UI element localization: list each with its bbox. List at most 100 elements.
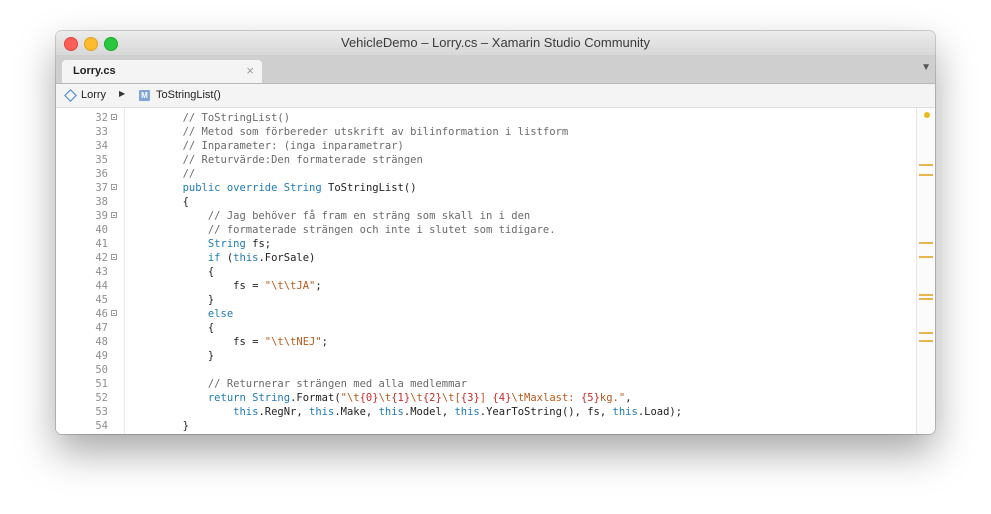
code-token: ; <box>321 336 328 348</box>
tab-list-dropdown-icon[interactable]: ▼ <box>921 62 931 73</box>
code-text: fs = "\t\tNEJ"; <box>132 335 328 349</box>
code-line[interactable]: 38 { <box>56 195 916 209</box>
line-number: 40 <box>95 224 108 236</box>
code-token: ] <box>479 392 493 404</box>
code-token: // Inparameter: (inga inparametrar) <box>182 140 404 152</box>
overview-ruler[interactable] <box>916 108 935 434</box>
breadcrumb-method-tostringlist[interactable]: M ToStringList() <box>139 89 221 101</box>
code-token: fs; <box>245 238 272 250</box>
code-token: .Load); <box>637 406 683 418</box>
code-line[interactable]: 52 return String.Format("\t{0}\t{1}\t{2}… <box>56 391 916 405</box>
code-line[interactable]: 37 public override String ToStringList() <box>56 181 916 195</box>
title-bar[interactable]: VehicleDemo – Lorry.cs – Xamarin Studio … <box>56 31 935 55</box>
code-token: .RegNr, <box>258 406 310 418</box>
overview-marker[interactable] <box>919 332 933 334</box>
close-window-button[interactable] <box>64 37 78 51</box>
code-line[interactable]: 32 // ToStringList() <box>56 111 916 125</box>
code-line[interactable]: 46 else <box>56 307 916 321</box>
document-tab-bar: Lorry.cs × ▼ <box>56 55 935 84</box>
code-editor[interactable]: 32 // ToStringList() 33 // Metod som förb… <box>56 108 935 434</box>
line-number: 48 <box>95 336 108 348</box>
code-token: this <box>309 406 335 418</box>
line-number: 33 <box>95 126 108 138</box>
fold-toggle-icon[interactable] <box>111 254 117 260</box>
code-line[interactable]: 53 this.RegNr, this.Make, this.Model, th… <box>56 405 916 419</box>
code-line[interactable]: 36 // <box>56 167 916 181</box>
overview-marker[interactable] <box>919 298 933 300</box>
line-number: 39 <box>95 210 108 222</box>
code-token: String <box>252 392 291 404</box>
code-token: // <box>182 168 196 180</box>
code-line[interactable]: 35 // Returvärde:Den formaterade stränge… <box>56 153 916 167</box>
fold-toggle-icon[interactable] <box>111 310 117 316</box>
code-token: // ToStringList() <box>182 112 291 124</box>
line-number: 36 <box>95 168 108 180</box>
overview-marker[interactable] <box>919 242 933 244</box>
code-token: String <box>283 182 322 194</box>
fold-toggle-icon[interactable] <box>111 114 117 120</box>
code-line[interactable]: 48 fs = "\t\tNEJ"; <box>56 335 916 349</box>
code-token: {3} <box>460 392 480 404</box>
code-token: this <box>612 406 638 418</box>
line-number: 54 <box>95 420 108 432</box>
code-line[interactable]: 49 } <box>56 349 916 363</box>
code-token: .Model, <box>403 406 455 418</box>
code-token: ( <box>220 252 234 264</box>
minimize-window-button[interactable] <box>84 37 98 51</box>
fold-toggle-icon[interactable] <box>111 212 117 218</box>
overview-marker[interactable] <box>919 256 933 258</box>
overview-marker[interactable] <box>919 294 933 296</box>
line-number: 34 <box>95 140 108 152</box>
code-line[interactable]: 41 String fs; <box>56 237 916 251</box>
code-text: else <box>132 307 233 321</box>
code-line[interactable]: 50 <box>56 363 916 377</box>
code-text: // Inparameter: (inga inparametrar) <box>132 139 404 153</box>
class-icon <box>64 88 77 102</box>
code-line[interactable]: 51 // Returnerar strängen med alla medle… <box>56 377 916 391</box>
line-number: 50 <box>95 364 108 376</box>
line-number: 44 <box>95 280 108 292</box>
code-token: // Metod som förbereder utskrift av bili… <box>182 126 569 138</box>
code-token: kg." <box>599 392 626 404</box>
code-token: this <box>233 406 259 418</box>
code-line[interactable]: 54 } <box>56 419 916 433</box>
code-token: // formaterade strängen och inte i slute… <box>207 224 556 236</box>
code-line[interactable]: 34 // Inparameter: (inga inparametrar) <box>56 139 916 153</box>
warning-indicator-icon[interactable] <box>924 112 930 118</box>
code-token: this <box>233 252 259 264</box>
breadcrumb-separator-icon: ▶ <box>119 89 126 98</box>
overview-marker[interactable] <box>919 174 933 176</box>
breadcrumb-class-label: Lorry <box>81 89 107 101</box>
code-token: } <box>132 294 215 306</box>
code-token: else <box>207 308 234 320</box>
code-line[interactable]: 39 // Jag behöver få fram en sträng som … <box>56 209 916 223</box>
code-token: {4} <box>492 392 512 404</box>
code-line[interactable]: 45 } <box>56 293 916 307</box>
code-line[interactable]: 42 if (this.ForSale) <box>56 251 916 265</box>
overview-marker[interactable] <box>919 164 933 166</box>
tab-close-icon[interactable]: × <box>246 63 254 78</box>
code-token: .Make, <box>334 406 379 418</box>
breadcrumb-class-lorry[interactable]: Lorry <box>64 88 107 102</box>
code-line[interactable]: 44 fs = "\t\tJA"; <box>56 279 916 293</box>
code-line[interactable]: 43 { <box>56 265 916 279</box>
code-lines[interactable]: 32 // ToStringList() 33 // Metod som förb… <box>56 111 916 433</box>
code-text: } <box>132 349 214 363</box>
code-line[interactable]: 47 { <box>56 321 916 335</box>
tab-lorry-cs[interactable]: Lorry.cs × <box>62 60 262 83</box>
code-token: if <box>207 252 221 264</box>
overview-marker[interactable] <box>919 340 933 342</box>
code-token: public <box>182 182 221 194</box>
code-token: ToStringList() <box>321 182 417 194</box>
code-line[interactable]: 40 // formaterade strängen och inte i sl… <box>56 223 916 237</box>
code-token: this <box>378 406 404 418</box>
maximize-window-button[interactable] <box>104 37 118 51</box>
code-text: } <box>132 419 189 433</box>
line-number: 38 <box>95 196 108 208</box>
fold-toggle-icon[interactable] <box>111 184 117 190</box>
code-line[interactable]: 33 // Metod som förbereder utskrift av b… <box>56 125 916 139</box>
